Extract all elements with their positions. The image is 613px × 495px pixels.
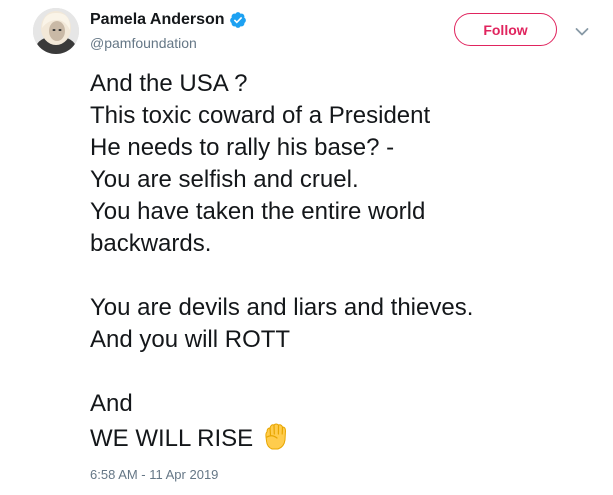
tweet-line: He needs to rally his base? -	[90, 134, 395, 161]
tweet-line: You have taken the entire world	[90, 198, 426, 225]
tweet-last-line: WE WILL RISE	[90, 420, 600, 452]
author-name-row: Pamela Anderson	[90, 9, 247, 31]
avatar-image	[33, 8, 79, 54]
tweet-line: And the USA ?	[90, 70, 248, 97]
tweet-line-text: WE WILL RISE	[90, 425, 254, 452]
tweet-line: And	[90, 390, 133, 417]
tweet-line: You are devils and liars and thieves.	[90, 294, 474, 321]
author-name[interactable]: Pamela Anderson	[90, 11, 225, 29]
tweet-line: backwards.	[90, 230, 212, 257]
tweet-line: And you will ROTT	[90, 326, 291, 353]
tweet-line: You are selfish and cruel.	[90, 166, 359, 193]
author-block: Pamela Anderson @pamfoundation	[90, 9, 247, 51]
raised-fist-icon	[259, 420, 291, 452]
tweet-timestamp[interactable]: 6:58 AM - 11 Apr 2019	[90, 467, 218, 482]
follow-button[interactable]: Follow	[454, 13, 557, 46]
tweet-line: This toxic coward of a President	[90, 102, 431, 129]
tweet-text: And the USA ? This toxic coward of a Pre…	[90, 68, 600, 452]
verified-badge-icon	[229, 11, 247, 29]
avatar[interactable]	[33, 8, 79, 54]
chevron-down-icon[interactable]	[575, 24, 589, 36]
author-handle[interactable]: @pamfoundation	[90, 35, 247, 51]
